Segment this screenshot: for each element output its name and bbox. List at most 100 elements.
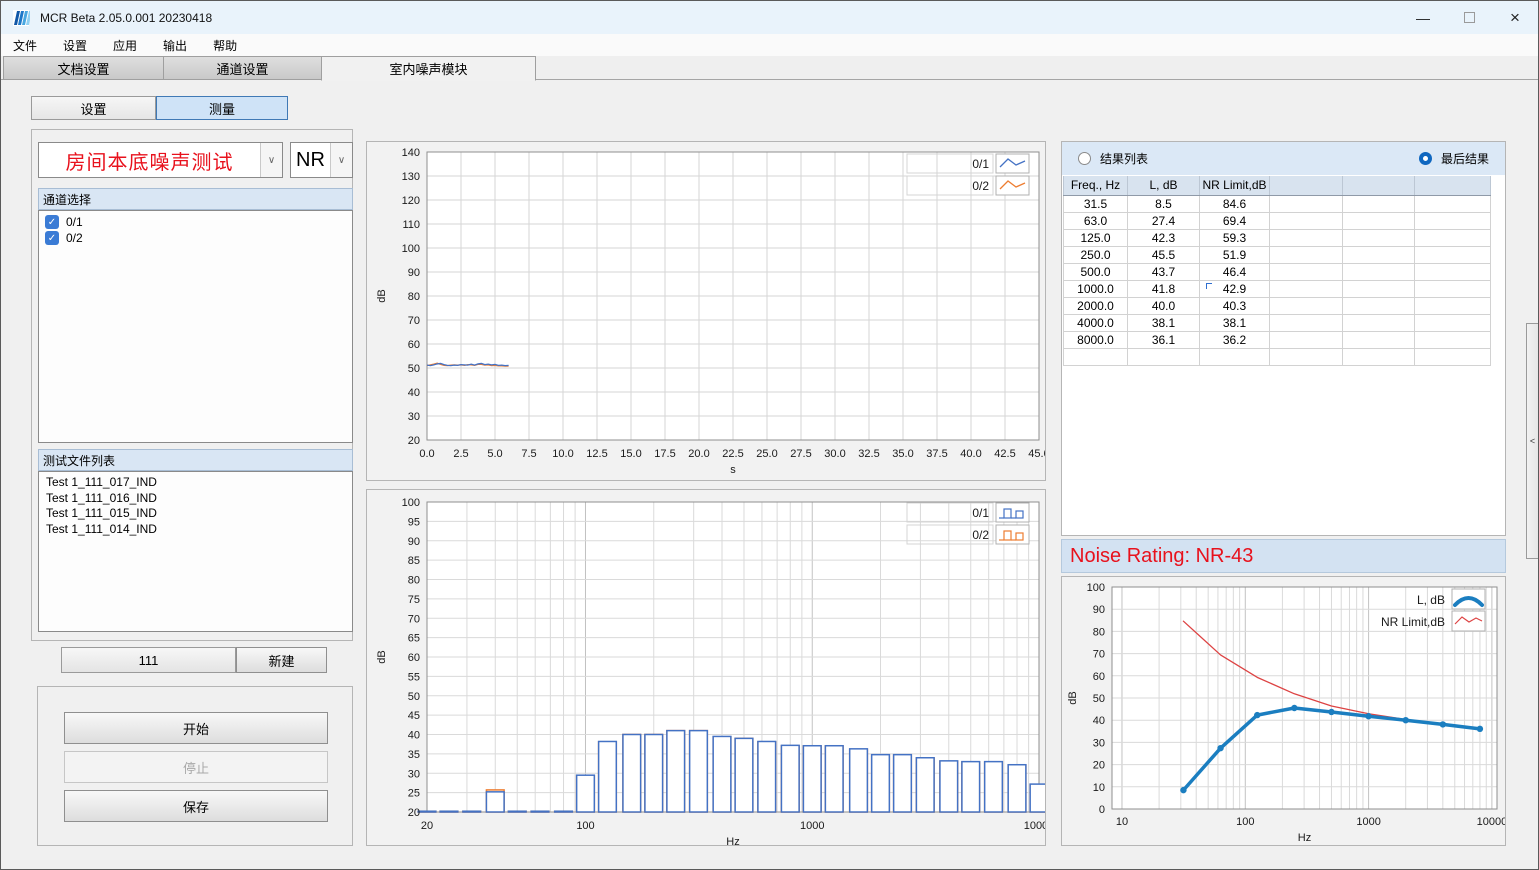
start-button[interactable]: 开始	[64, 712, 328, 744]
svg-text:1000: 1000	[1356, 816, 1380, 828]
tab-channel-settings[interactable]: 通道设置	[163, 56, 321, 80]
table-row[interactable]: 8000.036.136.2	[1064, 331, 1491, 348]
file-name-field[interactable]: 111	[61, 647, 236, 673]
svg-text:Hz: Hz	[726, 836, 739, 845]
svg-text:32.5: 32.5	[858, 448, 879, 460]
nr-result-chart: 010203040506070809010010100100010000HzdB…	[1062, 577, 1505, 845]
tab-document-settings[interactable]: 文档设置	[3, 56, 163, 80]
test-type-combo[interactable]: 房间本底噪声测试 ∨	[38, 142, 283, 178]
svg-text:25.0: 25.0	[756, 448, 777, 460]
tab-measure[interactable]: 测量	[156, 96, 288, 120]
list-item[interactable]: Test 1_111_016_IND	[39, 491, 352, 507]
test-file-list: Test 1_111_017_IND Test 1_111_016_IND Te…	[38, 471, 353, 632]
svg-text:0/1: 0/1	[972, 157, 989, 171]
svg-text:7.5: 7.5	[521, 448, 536, 460]
svg-text:s: s	[730, 464, 736, 476]
svg-text:100: 100	[1087, 582, 1105, 594]
channel-label: 0/2	[66, 231, 83, 245]
svg-text:30: 30	[1093, 737, 1105, 749]
svg-text:dB: dB	[1067, 691, 1079, 704]
svg-text:0.0: 0.0	[419, 448, 434, 460]
svg-text:20: 20	[421, 820, 433, 832]
collapse-panel-button[interactable]: <	[1526, 323, 1538, 559]
list-item[interactable]: Test 1_111_014_IND	[39, 522, 352, 538]
svg-text:50: 50	[1093, 693, 1105, 705]
rating-type-combo[interactable]: NR ∨	[290, 142, 353, 178]
table-header	[1343, 176, 1415, 195]
svg-text:1000: 1000	[800, 820, 824, 832]
radio-last-result-label: 最后结果	[1441, 150, 1489, 167]
list-item[interactable]: Test 1_111_015_IND	[39, 506, 352, 522]
svg-text:90: 90	[408, 267, 420, 279]
svg-text:20: 20	[408, 807, 420, 819]
checkbox-checked-icon[interactable]: ✓	[45, 231, 59, 245]
svg-text:42.5: 42.5	[994, 448, 1015, 460]
checkbox-checked-icon[interactable]: ✓	[45, 215, 59, 229]
channel-select-header: 通道选择	[38, 188, 353, 210]
menu-settings[interactable]: 设置	[63, 37, 87, 54]
window-controls: — ×	[1400, 1, 1538, 34]
radio-last-result[interactable]: 最后结果	[1419, 150, 1489, 167]
channel-list: ✓ 0/1 ✓ 0/2	[38, 210, 353, 443]
results-mode-row: 结果列表 最后结果	[1062, 142, 1505, 175]
channel-item[interactable]: ✓ 0/2	[39, 230, 352, 246]
svg-text:100: 100	[402, 243, 420, 255]
svg-text:45: 45	[408, 710, 420, 722]
tab-room-noise-module[interactable]: 室内噪声模块	[321, 56, 536, 81]
svg-text:37.5: 37.5	[926, 448, 947, 460]
time-history-chart-panel: 20304050607080901001101201301400.02.55.0…	[366, 141, 1046, 481]
menu-apply[interactable]: 应用	[113, 37, 137, 54]
close-button[interactable]: ×	[1492, 1, 1538, 34]
menu-file[interactable]: 文件	[13, 37, 37, 54]
svg-text:75: 75	[408, 594, 420, 606]
menu-output[interactable]: 输出	[163, 37, 187, 54]
table-row[interactable]: 1000.041.842.9	[1064, 280, 1491, 297]
table-row[interactable]: 250.045.551.9	[1064, 246, 1491, 263]
results-panel: 结果列表 最后结果 Freq., HzL, dBNR Limit,dB31.58…	[1061, 141, 1506, 536]
svg-text:17.5: 17.5	[654, 448, 675, 460]
radio-last-result-icon[interactable]	[1419, 152, 1432, 165]
rating-type-value: NR	[291, 143, 330, 177]
list-item[interactable]: Test 1_111_017_IND	[39, 475, 352, 491]
table-row[interactable]: 63.027.469.4	[1064, 212, 1491, 229]
table-header: Freq., Hz	[1064, 176, 1128, 195]
tab-setup[interactable]: 设置	[31, 96, 156, 120]
svg-text:25: 25	[408, 788, 420, 800]
menu-help[interactable]: 帮助	[213, 37, 237, 54]
table-row[interactable]: 2000.040.040.3	[1064, 297, 1491, 314]
svg-text:40.0: 40.0	[960, 448, 981, 460]
svg-text:60: 60	[408, 652, 420, 664]
main-tab-strip: 文档设置 通道设置 室内噪声模块	[1, 56, 1538, 80]
radio-results-list-icon[interactable]	[1078, 152, 1091, 165]
table-row[interactable]	[1064, 348, 1491, 365]
svg-text:95: 95	[408, 516, 420, 528]
chevron-down-icon[interactable]: ∨	[260, 143, 282, 177]
app-window: MCR Beta 2.05.0.001 20230418 — × 文件 设置 应…	[0, 0, 1539, 870]
svg-text:70: 70	[1093, 649, 1105, 661]
table-row[interactable]: 125.042.359.3	[1064, 229, 1491, 246]
svg-text:2.5: 2.5	[453, 448, 468, 460]
svg-text:0/2: 0/2	[972, 528, 989, 542]
svg-text:10: 10	[1116, 816, 1128, 828]
table-row[interactable]: 4000.038.138.1	[1064, 314, 1491, 331]
svg-text:80: 80	[408, 291, 420, 303]
radio-results-list-label[interactable]: 结果列表	[1100, 150, 1148, 167]
file-list-header: 测试文件列表	[38, 449, 353, 471]
maximize-icon	[1464, 12, 1475, 23]
results-table[interactable]: Freq., HzL, dBNR Limit,dB31.58.584.663.0…	[1063, 176, 1491, 366]
save-button[interactable]: 保存	[64, 790, 328, 822]
svg-text:45.0: 45.0	[1028, 448, 1045, 460]
minimize-button[interactable]: —	[1400, 1, 1446, 34]
svg-text:60: 60	[1093, 671, 1105, 683]
new-button[interactable]: 新建	[236, 647, 327, 673]
table-row[interactable]: 31.58.584.6	[1064, 195, 1491, 212]
test-type-value: 房间本底噪声测试	[39, 143, 260, 177]
maximize-button[interactable]	[1446, 1, 1492, 34]
collapse-left-icon: <	[1530, 436, 1535, 446]
table-header: L, dB	[1128, 176, 1200, 195]
menu-bar: 文件 设置 应用 输出 帮助	[1, 34, 1538, 56]
channel-item[interactable]: ✓ 0/1	[39, 214, 352, 230]
chevron-down-icon[interactable]: ∨	[330, 143, 352, 177]
table-row[interactable]: 500.043.746.4	[1064, 263, 1491, 280]
svg-text:30: 30	[408, 768, 420, 780]
